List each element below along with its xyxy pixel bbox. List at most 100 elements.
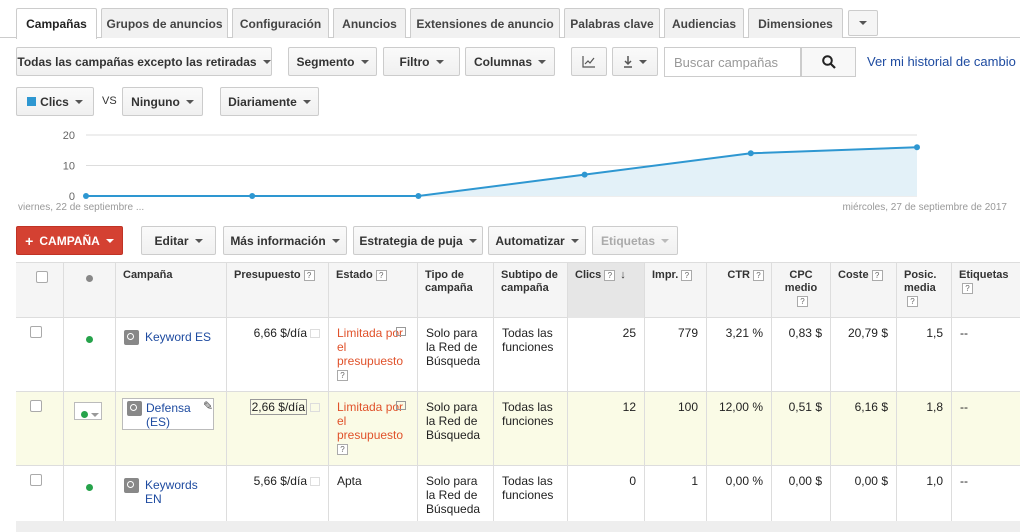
help-icon[interactable]: ? — [375, 269, 387, 281]
labels-button[interactable]: Etiquetas — [592, 226, 678, 255]
interval-dropdown[interactable]: Diariamente — [220, 87, 319, 116]
edit-icon[interactable] — [310, 477, 320, 487]
columns-button[interactable]: Columnas — [465, 47, 555, 76]
row-checkbox[interactable] — [30, 400, 42, 412]
header-budget[interactable]: Presupuesto? — [226, 263, 328, 318]
chevron-down-icon — [435, 59, 444, 64]
row-type-cell: Solo para la Red de Búsqueda — [417, 466, 493, 522]
tab-dimensions[interactable]: Dimensiones — [748, 8, 843, 38]
search-icon — [821, 55, 836, 69]
more-tabs-button[interactable] — [848, 10, 878, 36]
search-campaign-icon — [124, 478, 139, 493]
header-budget-label: Presupuesto — [234, 269, 301, 281]
help-icon[interactable]: ? — [797, 295, 808, 307]
data-point[interactable] — [249, 193, 256, 199]
campaign-link[interactable]: Keyword ES — [145, 330, 215, 344]
row-checkbox[interactable] — [30, 474, 42, 486]
header-ctr[interactable]: CTR? — [706, 263, 771, 318]
bid-strategy-button[interactable]: Estrategia de puja — [353, 226, 483, 255]
row-checkbox[interactable] — [30, 326, 42, 338]
chevron-down-icon — [360, 59, 369, 64]
header-labels[interactable]: Etiquetas? — [951, 263, 1020, 318]
data-point[interactable] — [914, 144, 920, 151]
header-avg-position[interactable]: Posic. media? — [896, 263, 951, 318]
help-icon[interactable]: ? — [962, 282, 973, 294]
header-cpc[interactable]: CPC medio? — [771, 263, 830, 318]
tab-keywords[interactable]: Palabras clave — [564, 8, 660, 38]
help-icon[interactable]: ? — [753, 269, 764, 281]
help-icon[interactable]: ? — [303, 269, 315, 281]
enabled-status-icon[interactable] — [86, 484, 93, 491]
campaign-link[interactable]: Keywords EN — [145, 478, 215, 506]
vs-label: VS — [102, 95, 117, 107]
header-impressions[interactable]: Impr.? — [644, 263, 706, 318]
enabled-status-icon — [81, 411, 88, 418]
budget-value[interactable]: 2,66 $/día — [249, 399, 307, 415]
help-icon[interactable]: ? — [871, 269, 883, 281]
search-input[interactable]: Buscar campañas — [664, 47, 801, 77]
chevron-down-icon — [331, 238, 340, 243]
header-clicks[interactable]: Clics? ↓ — [567, 263, 644, 318]
row-budget-cell[interactable]: 6,66 $/día — [226, 318, 328, 391]
help-icon[interactable]: ? — [907, 295, 918, 307]
tab-settings[interactable]: Configuración — [232, 8, 329, 38]
tab-campaigns[interactable]: Campañas — [16, 8, 97, 39]
enabled-status-icon[interactable] — [86, 336, 93, 343]
select-all-checkbox[interactable] — [36, 271, 48, 283]
chevron-down-icon — [661, 238, 669, 243]
header-campaign[interactable]: Campaña — [115, 263, 226, 318]
row-impr-cell: 1 — [644, 466, 706, 522]
metric2-dropdown[interactable]: Ninguno — [122, 87, 203, 116]
bar-chart-icon[interactable] — [396, 401, 406, 410]
header-cost[interactable]: Coste? — [830, 263, 896, 318]
campaign-edit-box[interactable]: Defensa (ES) ✎ — [122, 398, 214, 430]
metric1-label: Clics — [40, 94, 69, 109]
pencil-icon[interactable]: ✎ — [203, 399, 213, 413]
row-pos-cell: 1,5 — [896, 318, 951, 391]
download-button[interactable] — [612, 47, 658, 76]
campaign-link[interactable]: Defensa (ES) — [146, 401, 198, 429]
header-clicks-label: Clics — [575, 269, 602, 281]
tab-ad-extensions[interactable]: Extensiones de anuncio — [410, 8, 560, 38]
row-impr-cell: 779 — [644, 318, 706, 391]
status-dropdown[interactable] — [74, 402, 102, 420]
metric1-dropdown[interactable]: Clics — [16, 87, 94, 116]
data-point[interactable] — [747, 150, 754, 157]
campaign-filter-dropdown[interactable]: Todas las campañas excepto las retiradas — [16, 47, 272, 76]
row-subtype-cell: Todas las funciones — [493, 466, 567, 522]
add-campaign-button[interactable]: + CAMPAÑA — [16, 226, 123, 255]
row-budget-cell[interactable]: 5,66 $/día — [226, 466, 328, 522]
chart-toggle-button[interactable] — [571, 47, 607, 76]
data-point[interactable] — [415, 193, 422, 199]
help-icon[interactable]: ? — [337, 370, 348, 382]
bar-chart-icon[interactable] — [396, 327, 406, 336]
help-icon[interactable]: ? — [681, 269, 693, 281]
row-impr-cell: 100 — [644, 392, 706, 465]
row-select-cell — [16, 392, 63, 465]
search-button[interactable] — [801, 47, 856, 77]
edit-icon[interactable] — [310, 329, 320, 339]
data-point[interactable] — [581, 171, 588, 178]
row-budget-cell[interactable]: 2,66 $/día — [226, 392, 328, 465]
row-status-cell — [63, 392, 115, 465]
tab-audiences[interactable]: Audiencias — [664, 8, 744, 38]
segment-button[interactable]: Segmento — [288, 47, 377, 76]
help-icon[interactable]: ? — [337, 444, 348, 456]
automate-button[interactable]: Automatizar — [488, 226, 586, 255]
header-type[interactable]: Tipo de campaña — [417, 263, 493, 318]
tab-ad-groups[interactable]: Grupos de anuncios — [101, 8, 228, 38]
data-point[interactable] — [83, 193, 89, 199]
more-info-button[interactable]: Más información — [223, 226, 347, 255]
filter-button[interactable]: Filtro — [383, 47, 460, 76]
change-history-link[interactable]: Ver mi historial de cambio — [867, 54, 1016, 69]
header-subtype[interactable]: Subtipo de campaña — [493, 263, 567, 318]
interval-label: Diariamente — [228, 94, 297, 109]
edit-icon[interactable] — [310, 403, 320, 413]
header-labels-label: Etiquetas — [959, 269, 1009, 281]
header-status[interactable]: Estado? — [328, 263, 417, 318]
table-row: Defensa (ES) ✎ 2,66 $/día Limitada por e… — [16, 392, 1020, 466]
edit-button[interactable]: Editar — [141, 226, 216, 255]
tab-ads[interactable]: Anuncios — [333, 8, 406, 38]
help-icon[interactable]: ? — [604, 269, 616, 281]
row-clicks-cell: 25 — [567, 318, 644, 391]
